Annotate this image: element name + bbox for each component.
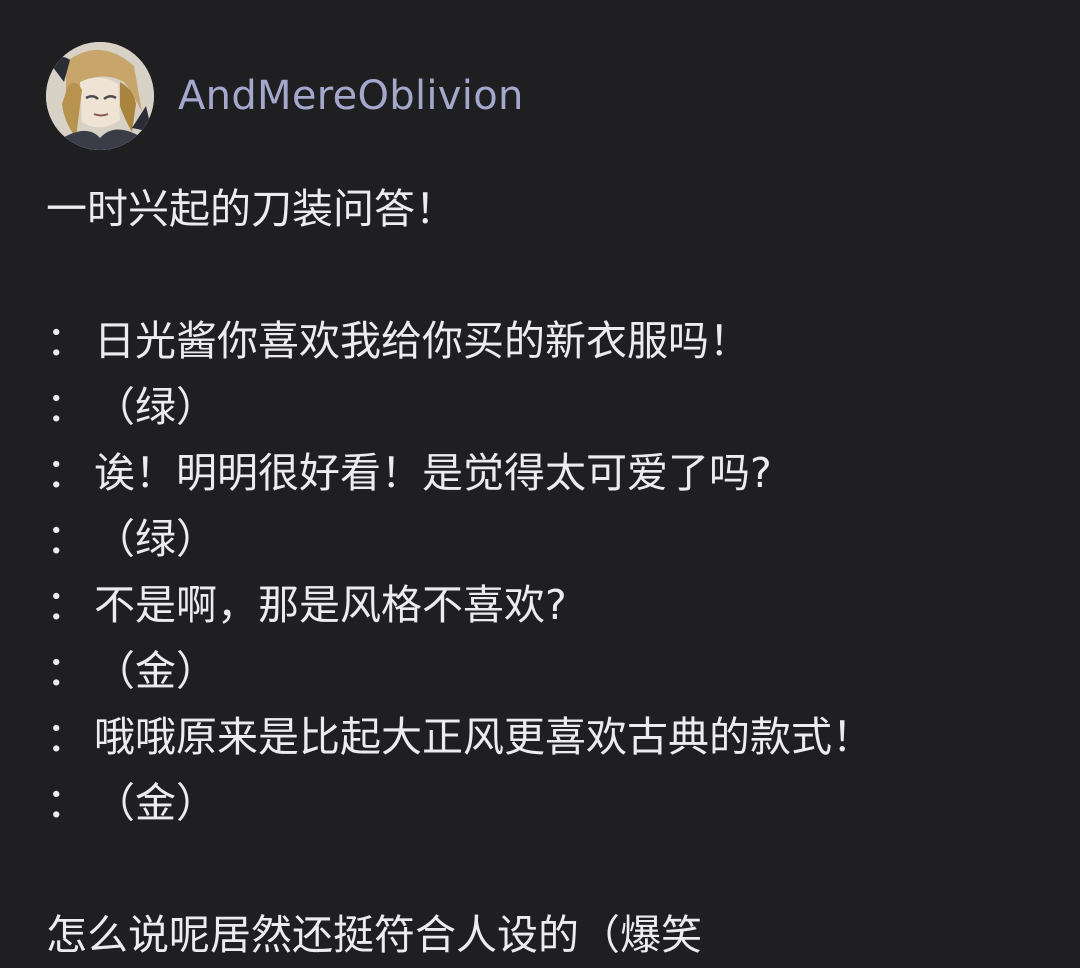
- avatar-image: [46, 42, 154, 150]
- dialog-text: （绿）: [94, 515, 217, 563]
- dialog-line: ： （绿）: [46, 374, 1066, 440]
- dialog-line: ： 日光酱你喜欢我给你买的新衣服吗！: [46, 308, 1066, 374]
- post-header: AndMereOblivion: [46, 41, 524, 151]
- dialog-colon: ：: [46, 317, 87, 365]
- dialog-colon: ：: [46, 779, 87, 827]
- dialog-colon: ：: [46, 383, 87, 431]
- dialog-text: 日光酱你喜欢我给你买的新衣服吗！: [94, 317, 750, 365]
- post-title: 一时兴起的刀装问答！: [46, 185, 456, 233]
- dialog-colon: ：: [46, 515, 87, 563]
- username-link[interactable]: AndMereOblivion: [178, 73, 524, 119]
- dialog-line: ： （绿）: [46, 506, 1066, 572]
- post-card: AndMereOblivion 一时兴起的刀装问答！ ： 日光酱你喜欢我给你买的…: [0, 0, 1080, 959]
- dialog-line: ： 不是啊，那是风格不喜欢?: [46, 572, 1066, 638]
- dialog-line: ： 哦哦原来是比起大正风更喜欢古典的款式！: [46, 704, 1066, 770]
- dialog-line: ： （金）: [46, 770, 1066, 836]
- post-body: 一时兴起的刀装问答！ ： 日光酱你喜欢我给你买的新衣服吗！ ： （绿） ： 诶！…: [46, 176, 1066, 968]
- dialog-text: 诶！明明很好看！是觉得太可爱了吗?: [94, 449, 772, 497]
- dialog-line: ： 诶！明明很好看！是觉得太可爱了吗?: [46, 440, 1066, 506]
- dialog-colon: ：: [46, 581, 87, 629]
- dialog-text: （绿）: [94, 383, 217, 431]
- dialog-colon: ：: [46, 647, 87, 695]
- dialog-text: （金）: [94, 779, 217, 827]
- dialog-colon: ：: [46, 449, 87, 497]
- post-closing: 怎么说呢居然还挺符合人设的（爆笑: [46, 911, 702, 959]
- avatar[interactable]: [46, 42, 154, 150]
- dialog-text: 哦哦原来是比起大正风更喜欢古典的款式！: [94, 713, 873, 761]
- dialog-text: 不是啊，那是风格不喜欢?: [94, 581, 567, 629]
- dialog-line: ： （金）: [46, 638, 1066, 704]
- dialog-text: （金）: [94, 647, 217, 695]
- dialog-colon: ：: [46, 713, 87, 761]
